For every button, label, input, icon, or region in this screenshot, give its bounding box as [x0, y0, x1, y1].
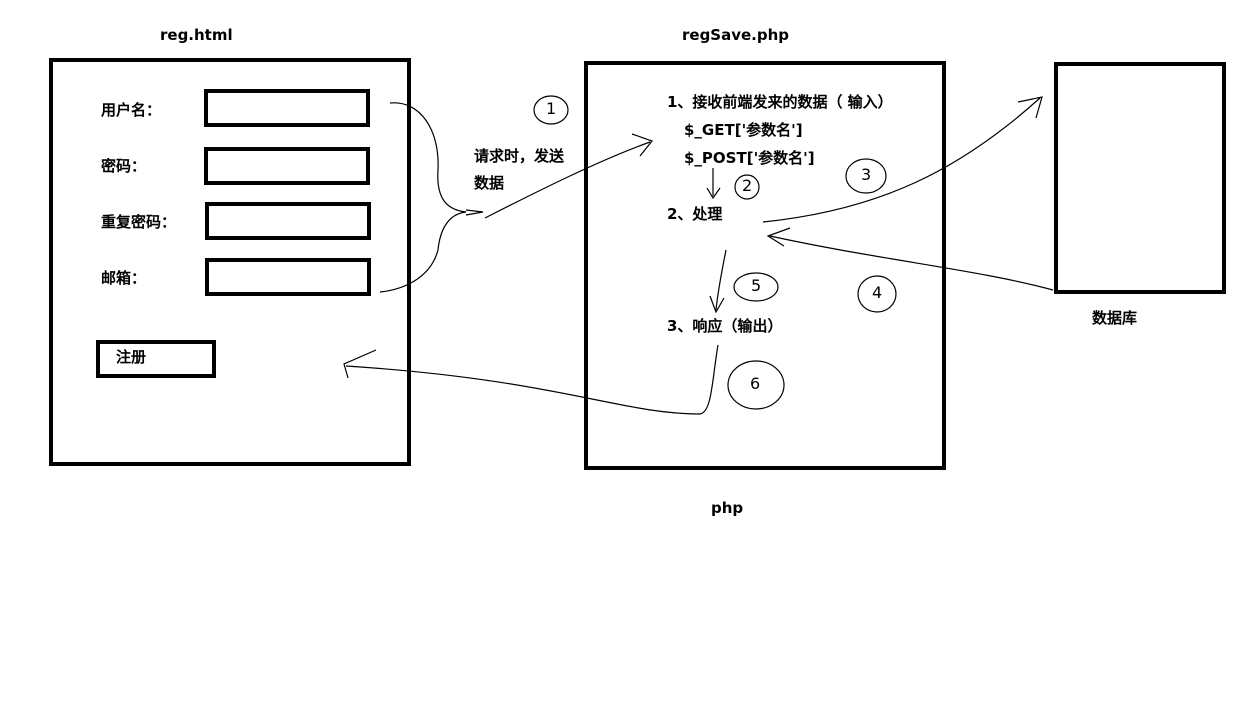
database-box: [1054, 62, 1226, 294]
get-param: $_GET['参数名']: [684, 121, 803, 139]
password-label: 密码：: [101, 157, 147, 175]
username-field[interactable]: [204, 89, 370, 127]
post-param: $_POST['参数名']: [684, 149, 815, 167]
step3-response-output: 3、响应（输出）: [667, 317, 783, 335]
database-label: 数据库: [1092, 309, 1138, 327]
regsave-php-title: regSave.php: [682, 26, 790, 44]
marker-6: 6: [750, 374, 761, 393]
email-field[interactable]: [205, 258, 371, 296]
brace-tip: [465, 209, 484, 216]
register-button[interactable]: 注册: [96, 340, 216, 378]
password-field[interactable]: [204, 147, 370, 185]
request-note-line1: 请求时，发送: [474, 147, 565, 165]
step1-receive-input: 1、接收前端发来的数据（ 输入）: [667, 93, 893, 111]
step2-process: 2、处理: [667, 205, 723, 223]
process-to-db-head: [1017, 96, 1043, 119]
repeat-password-label: 重复密码：: [101, 213, 177, 231]
reg-html-title: reg.html: [160, 26, 233, 44]
php-label: php: [711, 499, 744, 517]
username-label: 用户名：: [101, 101, 162, 119]
marker-3: 3: [861, 165, 872, 184]
marker-5: 5: [751, 276, 762, 295]
marker-2: 2: [742, 176, 753, 195]
repeat-password-field[interactable]: [205, 202, 371, 240]
marker-1: 1: [546, 99, 557, 118]
marker-4: 4: [872, 283, 883, 302]
email-label: 邮箱：: [101, 269, 147, 287]
request-note-line2: 数据: [474, 174, 505, 192]
